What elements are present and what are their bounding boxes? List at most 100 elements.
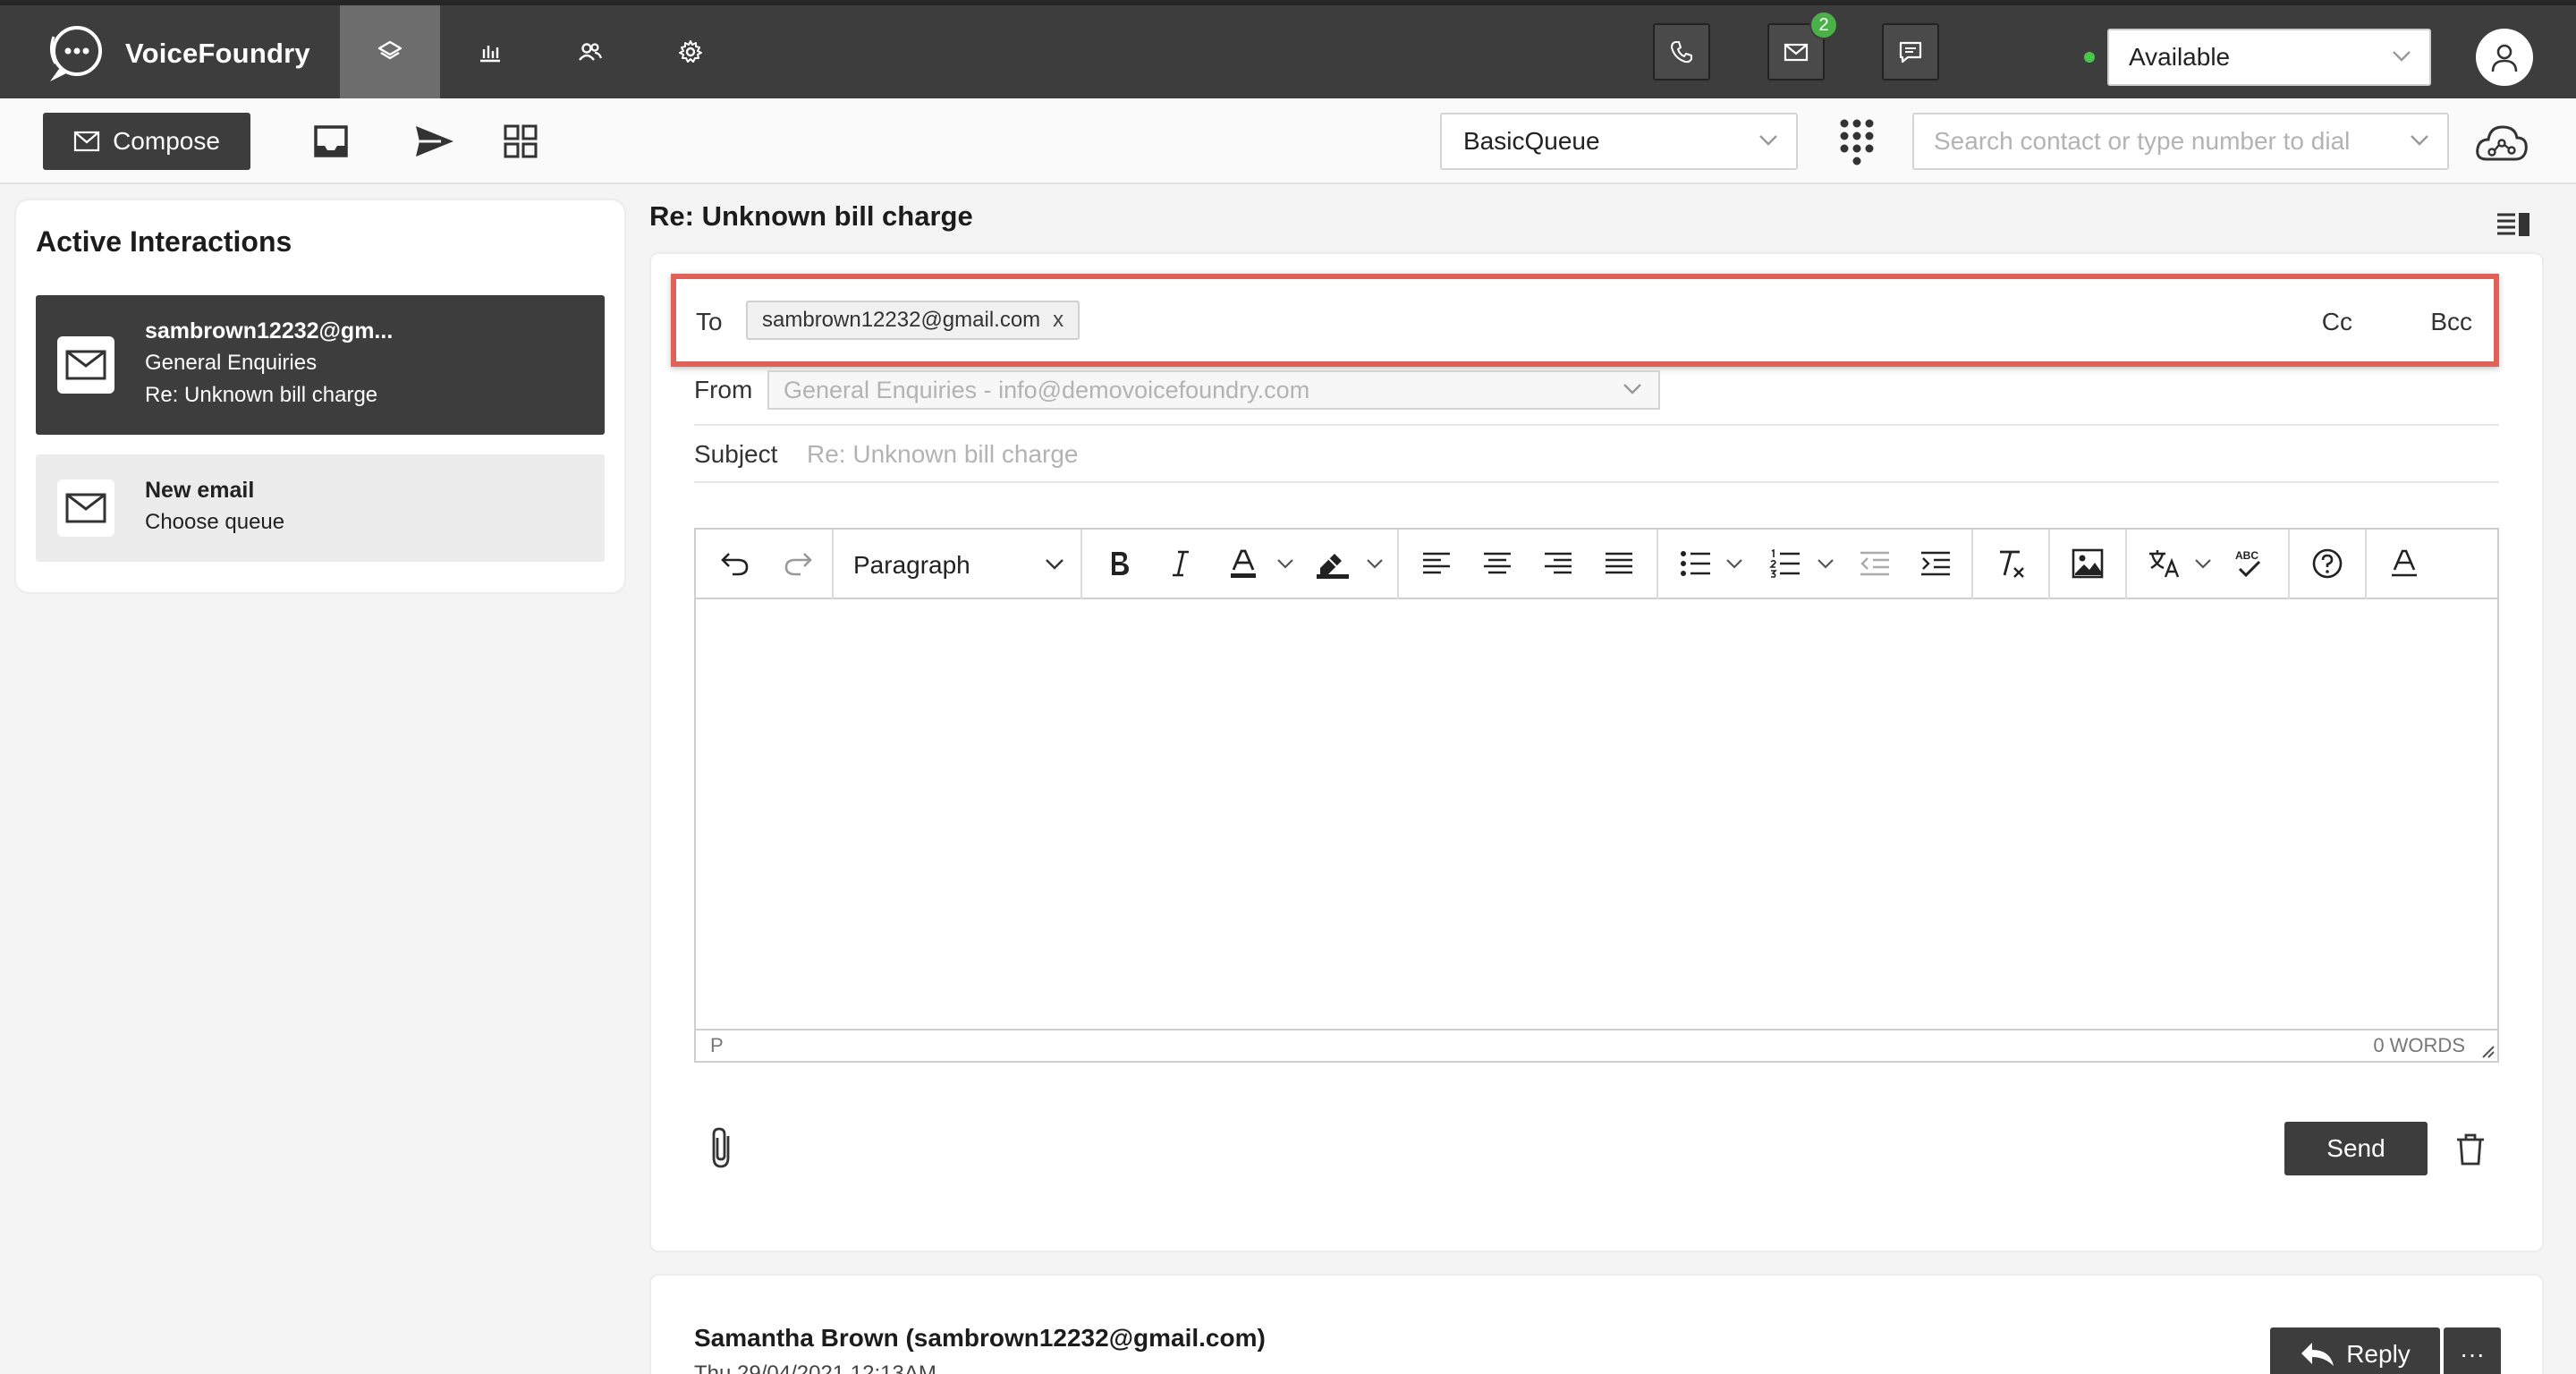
mail-icon [73,131,100,152]
translate-dropdown[interactable] [2190,544,2216,583]
dial-search-placeholder: Search contact or type number to dial [1934,127,2351,155]
status-indicator-dot [2084,52,2095,63]
nav-tab-contacts[interactable] [540,5,640,98]
redo-button[interactable] [776,544,819,583]
interaction-item-new-email[interactable]: New email Choose queue [36,454,605,562]
from-address-select[interactable]: General Enquiries - info@demovoicefoundr… [767,370,1660,410]
reply-icon [2301,1343,2334,1366]
inbox-button[interactable] [309,120,352,163]
compose-button[interactable]: Compose [43,113,250,170]
word-count[interactable]: 0 WORDS [2373,1034,2465,1057]
phone-icon [1671,41,1692,64]
trash-icon[interactable] [2454,1132,2487,1166]
phone-button[interactable] [1653,23,1710,81]
align-left-button[interactable] [1415,544,1458,583]
interaction-address: New email [145,478,255,503]
toolbar-separator [1080,530,1082,599]
nav-tab-interactions[interactable] [340,5,440,98]
toolbar-separator [2048,530,2050,599]
toolbar-separator [1971,530,1973,599]
undo-button[interactable] [714,544,757,583]
chevron-down-icon [1818,559,1834,569]
bullet-list-dropdown[interactable] [1721,544,1748,583]
top-navigation-bar: VoiceFoundry 2 Available [0,0,2576,98]
spellcheck-button[interactable]: ABC [2227,544,2270,583]
text-color-button[interactable] [1222,544,1265,583]
attachment-icon[interactable] [705,1125,741,1170]
remove-recipient-button[interactable]: x [1053,308,1063,333]
interaction-subject: Re: Unknown bill charge [145,383,378,407]
chevron-down-icon [2393,51,2411,62]
history-sender: Samantha Brown (sambrown12232@gmail.com) [694,1324,1266,1352]
recipient-chip[interactable]: sambrown12232@gmail.com x [746,301,1080,340]
bullet-list-button[interactable] [1674,544,1717,583]
rich-text-editor: Paragraph ABC P 0 WORDS [694,528,2499,1063]
reply-label: Reply [2346,1340,2411,1368]
nav-tab-settings[interactable] [640,5,741,98]
queue-select[interactable]: BasicQueue [1440,113,1798,170]
bold-button[interactable] [1098,544,1141,583]
help-icon [2312,548,2343,579]
align-right-button[interactable] [1537,544,1580,583]
toolbar-separator [2125,530,2127,599]
sent-button[interactable] [413,120,456,163]
toolbar-separator [1397,530,1399,599]
numbered-list-dropdown[interactable] [1812,544,1839,583]
numbered-list-button[interactable] [1764,544,1807,583]
chat-channel-button[interactable] [1882,23,1939,81]
send-button[interactable]: Send [2284,1122,2428,1175]
toolbar-separator [2365,530,2367,599]
interaction-item-active[interactable]: sambrown12232@gm... General Enquiries Re… [36,295,605,435]
dial-search-input[interactable]: Search contact or type number to dial [1912,113,2449,170]
envelope-icon [57,479,114,537]
font-color-icon [2392,549,2417,577]
editor-content-area[interactable] [696,599,2497,1029]
insert-image-button[interactable] [2066,544,2109,583]
chat-icon [1899,41,1922,64]
interaction-queue: Choose queue [145,510,285,534]
align-left-icon [1423,552,1450,574]
font-color-button[interactable] [2383,544,2426,583]
cloud-connect-icon[interactable] [2474,120,2529,170]
undo-icon [721,553,749,576]
italic-button[interactable] [1159,544,1202,583]
toolbar-separator [832,530,834,599]
numbered-list-icon [1769,549,1800,578]
highlight-color-dropdown[interactable] [1361,544,1388,583]
nav-tab-reports[interactable] [440,5,540,98]
from-label: From [694,376,753,403]
chevron-down-icon [1367,559,1383,569]
app-logo[interactable]: VoiceFoundry [41,18,310,89]
help-button[interactable] [2306,544,2349,583]
reply-button[interactable]: Reply [2270,1327,2440,1374]
resize-handle-icon[interactable] [2479,1043,2496,1059]
element-path[interactable]: P [710,1034,724,1057]
justify-button[interactable] [1597,544,1640,583]
outdent-button[interactable] [1853,544,1896,583]
interaction-details: New email Choose queue [145,474,284,539]
envelope-icon [57,336,114,394]
bullet-list-icon [1681,551,1710,576]
toggle-details-panel-icon[interactable] [2496,211,2531,238]
send-icon [416,126,453,157]
clear-formatting-button[interactable] [1989,544,2032,583]
bcc-toggle[interactable]: Bcc [2430,308,2472,336]
to-recipients-field[interactable]: To sambrown12232@gmail.com x Cc Bcc [671,274,2499,367]
more-actions-button[interactable]: ··· [2444,1327,2501,1374]
indent-icon [1921,551,1950,576]
user-avatar[interactable] [2476,29,2533,86]
dialpad-icon[interactable] [1837,116,1877,166]
subject-input[interactable]: Re: Unknown bill charge [807,440,1079,469]
align-center-button[interactable] [1476,544,1519,583]
highlight-color-button[interactable] [1308,544,1358,583]
toolbar-separator [1657,530,1658,599]
agent-status-select[interactable]: Available [2107,29,2431,86]
image-icon [2072,548,2104,579]
indent-button[interactable] [1914,544,1957,583]
translate-button[interactable] [2143,544,2186,583]
cc-toggle[interactable]: Cc [2322,308,2352,336]
chevron-down-icon [1623,384,1641,394]
block-format-select[interactable]: Paragraph [853,546,1064,585]
text-color-dropdown[interactable] [1272,544,1299,583]
grid-view-button[interactable] [499,120,542,163]
